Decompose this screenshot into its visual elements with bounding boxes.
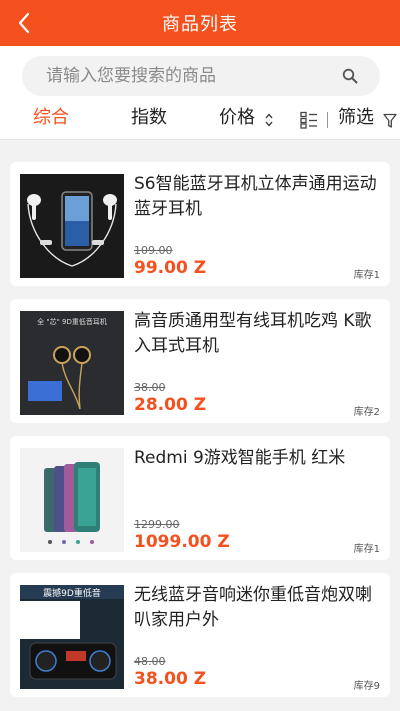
tab-index[interactable]: 指数 [131,104,167,138]
stock-count: 库存9 [353,681,380,692]
tab-comprehensive[interactable]: 综合 [33,104,69,138]
product-name[interactable]: 无线蓝牙音响迷你重低音炮双喇叭家用户外 [134,583,380,633]
product-card[interactable]: S6智能蓝牙耳机立体声通用运动蓝牙耳机 109.00 99.00 Z 库存1 [10,162,390,286]
search-box[interactable] [22,56,380,96]
top-bar: 商品列表 [0,0,400,46]
search-input[interactable] [46,66,326,86]
sale-price: 99.00 Z [134,258,207,278]
original-price: 48.00 [134,655,166,668]
product-name[interactable]: 高音质通用型有线耳机吃鸡 K歌入耳式耳机 [134,309,380,359]
back-button[interactable] [10,9,38,37]
image-caption: 全 "芯" 9D重低音耳机 [37,317,107,326]
product-card[interactable]: Redmi 9游戏智能手机 红米 1299.00 1099.00 Z 库存1 [10,436,390,560]
chevron-left-icon [18,12,30,34]
original-price: 38.00 [134,381,166,394]
stock-count: 库存2 [353,407,380,418]
filter-bar: 综合 指数 价格 筛选 [0,104,400,140]
stock-count: 库存1 [353,544,380,555]
tab-price[interactable]: 价格 [219,104,255,138]
sort-updown-icon[interactable] [263,111,275,129]
image-caption: 震撼9D重低音 [43,587,101,599]
product-image-wired-earphones: 全 "芯" 9D重低音耳机 [20,311,124,415]
filter-divider [327,112,328,128]
sale-price: 38.00 Z [134,669,207,689]
sale-price: 1099.00 Z [134,532,230,552]
product-card[interactable]: 全 "芯" 9D重低音耳机 高音质通用型有线耳机吃鸡 K歌入耳式耳机 38.00… [10,299,390,423]
page-title: 商品列表 [162,14,238,35]
funnel-icon[interactable] [383,113,397,129]
search-icon[interactable] [342,68,358,84]
product-name[interactable]: S6智能蓝牙耳机立体声通用运动蓝牙耳机 [134,172,380,222]
list-view-icon[interactable] [300,111,318,129]
filter-button[interactable]: 筛选 [338,104,374,138]
original-price: 1299.00 [134,518,180,531]
search-area [0,46,400,104]
sale-price: 28.00 Z [134,395,207,415]
product-name[interactable]: Redmi 9游戏智能手机 红米 [134,446,380,471]
original-price: 109.00 [134,244,173,257]
stock-count: 库存1 [353,270,380,281]
product-image-earphones [20,174,124,278]
product-card[interactable]: 震撼9D重低音 无线蓝牙音响迷你重低音炮双喇叭家用户外 48.00 38.00 … [10,573,390,697]
product-image-phone [20,448,124,552]
product-image-speaker: 震撼9D重低音 [20,585,124,689]
